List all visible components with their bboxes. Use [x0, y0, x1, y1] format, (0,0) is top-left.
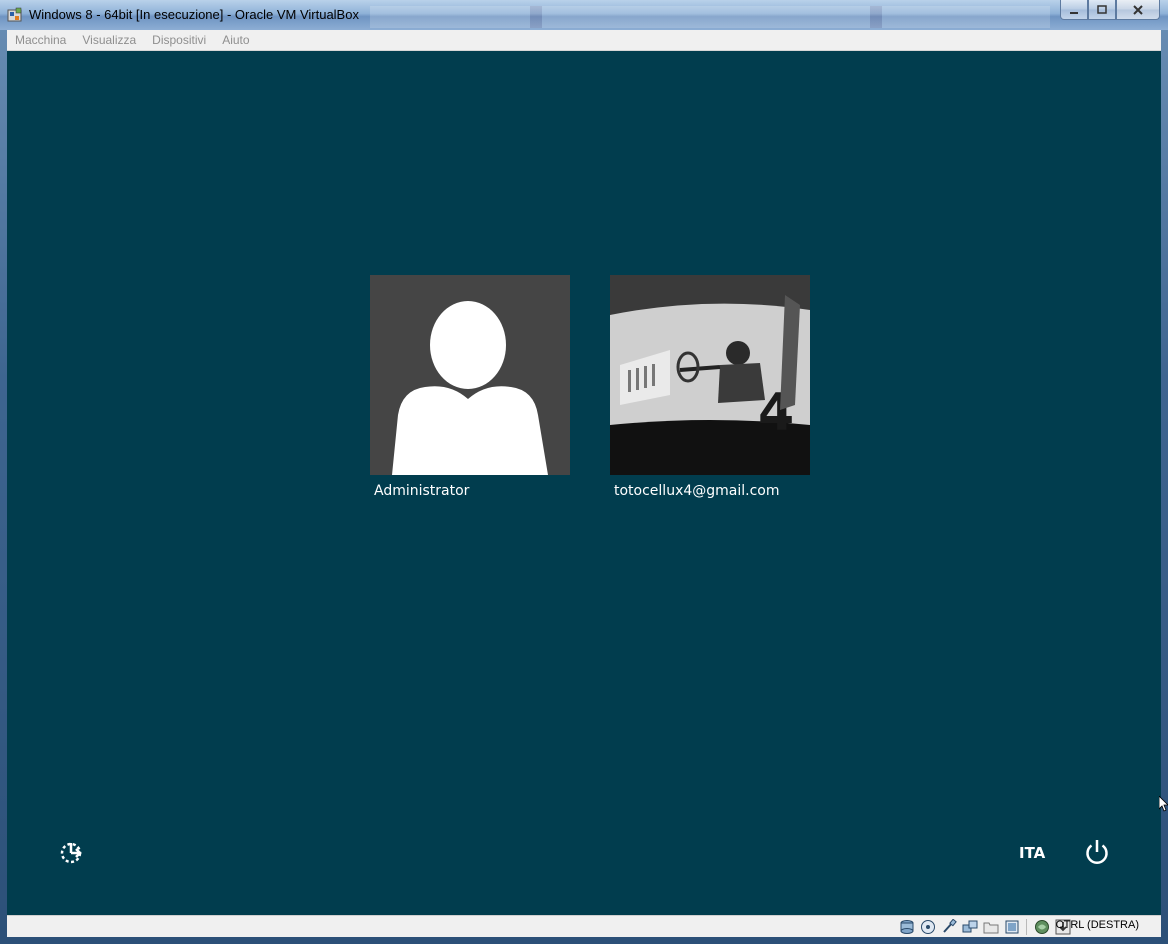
optical-drive-icon[interactable] [919, 918, 936, 935]
menu-bar: Macchina Visualizza Dispositivi Aiuto [7, 30, 1161, 51]
vm-screen[interactable]: Administrator 4 totocellux4@gmail.com IT… [7, 51, 1168, 915]
minimize-button[interactable] [1060, 0, 1088, 20]
recording-icon[interactable] [1033, 918, 1050, 935]
hard-disk-icon[interactable] [898, 918, 915, 935]
ease-of-access-icon[interactable] [57, 839, 85, 867]
race-car-driver-photo: 4 [610, 275, 810, 475]
status-icons [898, 918, 1071, 935]
window-title: Windows 8 - 64bit [In esecuzione] - Orac… [29, 7, 359, 22]
user-tile-totocellux4[interactable]: 4 totocellux4@gmail.com [610, 275, 810, 499]
language-indicator[interactable]: ITA [1019, 844, 1045, 862]
user-tile-administrator[interactable]: Administrator [370, 275, 570, 499]
menu-macchina[interactable]: Macchina [7, 30, 74, 50]
host-key-label: CTRL (DESTRA) [1055, 919, 1139, 931]
status-bar: CTRL (DESTRA) [7, 915, 1161, 937]
minimize-icon [1070, 11, 1078, 14]
user-name: totocellux4@gmail.com [614, 483, 780, 499]
menu-dispositivi[interactable]: Dispositivi [144, 30, 214, 50]
background-taskbar-blur [370, 6, 1050, 28]
maximize-button[interactable] [1088, 0, 1116, 20]
maximize-icon [1097, 4, 1107, 14]
usb-icon[interactable] [940, 918, 957, 935]
menu-aiuto[interactable]: Aiuto [214, 30, 257, 50]
virtualbox-icon [7, 7, 22, 22]
power-icon[interactable] [1084, 838, 1110, 866]
default-user-icon [370, 275, 570, 475]
status-separator [1026, 918, 1027, 935]
mouse-cursor-icon [1159, 796, 1168, 812]
display-icon[interactable] [1003, 918, 1020, 935]
shared-folders-icon[interactable] [982, 918, 999, 935]
window-controls [1060, 0, 1160, 21]
network-icon[interactable] [961, 918, 978, 935]
close-icon [1133, 4, 1143, 15]
user-name: Administrator [374, 483, 470, 499]
close-button[interactable] [1116, 0, 1160, 20]
title-bar[interactable]: Windows 8 - 64bit [In esecuzione] - Orac… [0, 0, 1168, 30]
menu-visualizza[interactable]: Visualizza [74, 30, 144, 50]
virtualbox-window: Windows 8 - 64bit [In esecuzione] - Orac… [0, 0, 1168, 944]
